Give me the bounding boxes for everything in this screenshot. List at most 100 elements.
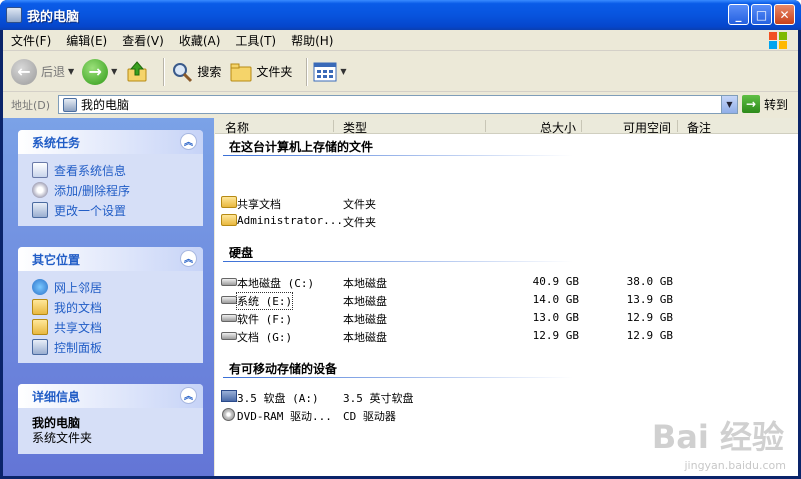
item-type: 3.5 英寸软盘 (343, 392, 414, 405)
list-item-drive-c[interactable]: 本地磁盘 (C:) 本地磁盘 40.9 GB 38.0 GB (215, 273, 798, 291)
back-dropdown-icon[interactable]: ▼ (68, 67, 74, 76)
item-name: 本地磁盘 (C:) (237, 277, 315, 290)
collapse-chevron-icon[interactable]: ︽ (180, 133, 197, 150)
column-header: 名称 类型 总大小 可用空间 备注 (215, 118, 798, 136)
column-total-size[interactable]: 总大小 (540, 119, 576, 136)
panel-title: 详细信息 (32, 389, 81, 404)
group-header-removable: 有可移动存储的设备 (229, 362, 338, 376)
back-arrow-icon: ← (11, 58, 37, 85)
views-dropdown-icon[interactable]: ▼ (340, 67, 346, 76)
task-view-system-info[interactable]: 查看系统信息 (32, 160, 203, 180)
explorer-window: 我的电脑 _ □ ✕ 文件(F) 编辑(E) 查看(V) 收藏(A) 工具(T)… (0, 0, 801, 479)
file-list: 名称 类型 总大小 可用空间 备注 在这台计算机上存储的文件 共享文档 文件夹 … (215, 118, 798, 476)
column-name[interactable]: 名称 (225, 119, 249, 136)
my-documents-icon (32, 299, 48, 315)
item-type: CD 驱动器 (343, 410, 396, 423)
item-name: DVD-RAM 驱动... (237, 410, 332, 423)
list-item-administrator[interactable]: Administrator... 文件夹 (215, 212, 798, 230)
menu-file[interactable]: 文件(F) (11, 32, 51, 49)
item-name: 文档 (G:) (237, 331, 293, 344)
system-info-icon (32, 162, 48, 178)
list-item-drive-f[interactable]: 软件 (F:) 本地磁盘 13.0 GB 12.9 GB (215, 309, 798, 327)
item-type: 本地磁盘 (343, 313, 387, 326)
system-tasks-panel: 系统任务 ︽ 查看系统信息 添加/删除程序 更改一个设置 (18, 130, 203, 226)
back-label: 后退 (41, 65, 66, 79)
item-free-space: 12.9 GB (626, 329, 673, 342)
place-label: 网上邻居 (54, 280, 103, 295)
item-type: 文件夹 (343, 198, 376, 211)
panel-title: 其它位置 (32, 252, 81, 267)
place-label: 我的文档 (54, 300, 103, 315)
item-name: 共享文档 (237, 198, 281, 211)
menu-help[interactable]: 帮助(H) (291, 32, 333, 49)
forward-dropdown-icon[interactable]: ▼ (111, 67, 117, 76)
menu-edit[interactable]: 编辑(E) (66, 32, 107, 49)
item-name: 软件 (F:) (237, 313, 293, 326)
folders-button[interactable]: 文件夹 (229, 57, 292, 87)
hard-drive-icon (221, 278, 237, 286)
collapse-chevron-icon[interactable]: ︽ (180, 387, 197, 404)
other-places-header[interactable]: 其它位置 ︽ (18, 247, 203, 271)
hard-drive-icon (221, 296, 237, 304)
details-header[interactable]: 详细信息 ︽ (18, 384, 203, 408)
task-pane: 系统任务 ︽ 查看系统信息 添加/删除程序 更改一个设置 其它位置 ︽ 网上邻居… (3, 118, 214, 476)
watermark-logo: Bai 经验 (651, 418, 784, 456)
address-value: 我的电脑 (81, 98, 130, 112)
place-my-documents[interactable]: 我的文档 (32, 297, 203, 317)
search-icon (173, 62, 193, 82)
item-total-size: 40.9 GB (532, 275, 579, 288)
folders-label: 文件夹 (256, 65, 293, 79)
list-item-drive-e[interactable]: 系统 (E:) 本地磁盘 14.0 GB 13.9 GB (215, 291, 798, 310)
go-arrow-icon: → (742, 95, 760, 113)
list-item-floppy[interactable]: 3.5 软盘 (A:) 3.5 英寸软盘 (215, 388, 798, 406)
menu-tools[interactable]: 工具(T) (235, 32, 276, 49)
column-free-space[interactable]: 可用空间 (623, 119, 671, 136)
place-label: 共享文档 (54, 320, 103, 335)
back-button[interactable]: ← 后退 ▼ (11, 57, 74, 87)
list-item-drive-g[interactable]: 文档 (G:) 本地磁盘 12.9 GB 12.9 GB (215, 327, 798, 345)
menu-bar: 文件(F) 编辑(E) 查看(V) 收藏(A) 工具(T) 帮助(H) (3, 30, 798, 51)
control-panel-icon (32, 202, 48, 218)
item-free-space: 38.0 GB (626, 275, 673, 288)
task-add-remove-programs[interactable]: 添加/删除程序 (32, 180, 203, 200)
up-button[interactable] (125, 57, 149, 87)
task-change-setting[interactable]: 更改一个设置 (32, 200, 203, 220)
menu-view[interactable]: 查看(V) (122, 32, 164, 49)
go-button[interactable]: → 转到 (742, 95, 788, 113)
address-input[interactable]: 我的电脑 ▼ (58, 95, 738, 114)
details-name: 我的电脑 (32, 416, 81, 430)
group-header-stored: 在这台计算机上存储的文件 (229, 140, 374, 154)
forward-button[interactable]: → ▼ (82, 57, 117, 87)
title-bar[interactable]: 我的电脑 _ □ ✕ (0, 0, 801, 30)
collapse-chevron-icon[interactable]: ︽ (180, 250, 197, 267)
folder-icon (221, 196, 237, 208)
system-tasks-header[interactable]: 系统任务 ︽ (18, 130, 203, 154)
minimize-button[interactable]: _ (728, 4, 749, 25)
search-button[interactable]: 搜索 (170, 57, 221, 87)
place-control-panel[interactable]: 控制面板 (32, 337, 203, 357)
details-panel: 详细信息 ︽ 我的电脑 系统文件夹 (18, 384, 203, 454)
column-type[interactable]: 类型 (343, 119, 367, 136)
views-button[interactable]: ▼ (313, 57, 347, 87)
list-item-shared-documents[interactable]: 共享文档 文件夹 (215, 194, 798, 212)
maximize-button[interactable]: □ (751, 4, 772, 25)
group-header-hdd: 硬盘 (229, 246, 254, 260)
control-panel-icon (32, 339, 48, 355)
menu-favorites[interactable]: 收藏(A) (179, 32, 221, 49)
item-type: 本地磁盘 (343, 295, 387, 308)
details-desc: 系统文件夹 (32, 431, 93, 445)
address-dropdown-icon[interactable]: ▼ (721, 96, 737, 113)
window-title: 我的电脑 (27, 9, 80, 25)
task-label: 更改一个设置 (54, 203, 127, 218)
item-name: Administrator... (237, 214, 343, 227)
folder-up-icon (127, 60, 147, 81)
folder-icon (32, 319, 48, 335)
item-free-space: 13.9 GB (626, 293, 673, 306)
place-network[interactable]: 网上邻居 (32, 277, 203, 297)
close-button[interactable]: ✕ (774, 4, 795, 25)
place-shared-documents[interactable]: 共享文档 (32, 317, 203, 337)
column-comments[interactable]: 备注 (687, 119, 711, 136)
item-total-size: 14.0 GB (532, 293, 579, 306)
other-places-panel: 其它位置 ︽ 网上邻居 我的文档 共享文档 控制面板 (18, 247, 203, 363)
item-type: 本地磁盘 (343, 277, 387, 290)
